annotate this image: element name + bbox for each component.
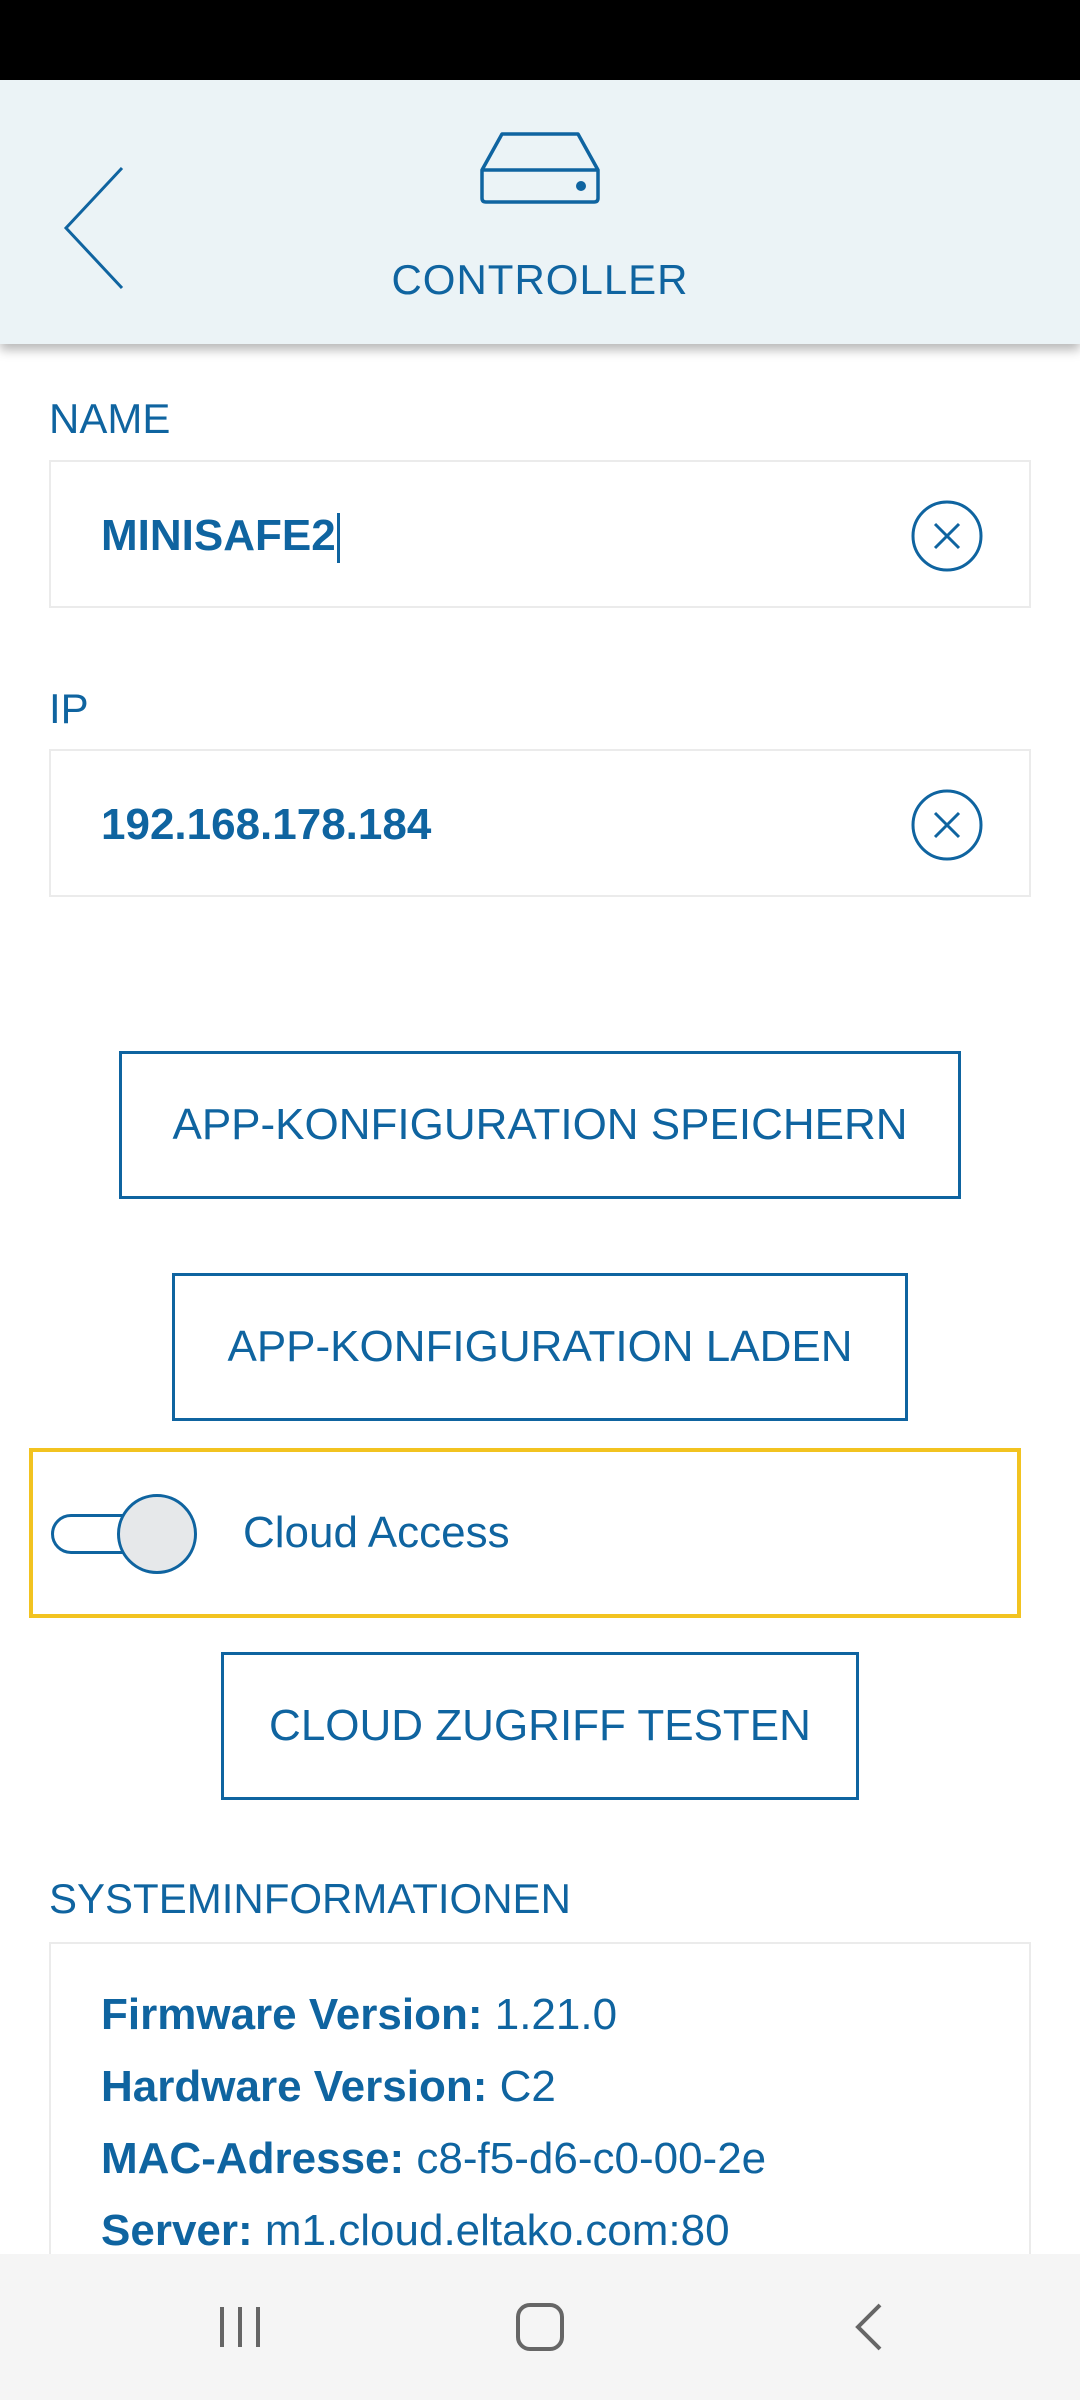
ip-field[interactable]: 192.168.178.184: [49, 749, 1031, 897]
name-label: NAME: [49, 395, 171, 442]
ip-label: IP: [49, 685, 89, 732]
text-caret: [336, 513, 340, 564]
system-nav-bar: [0, 2254, 1080, 2400]
cloud-access-label: Cloud Access: [243, 1508, 510, 1557]
system-info-panel: Firmware Version: 1.21.0 Hardware Versio…: [49, 1942, 1031, 2262]
load-config-button[interactable]: APP-KONFIGURATION LADEN: [172, 1273, 908, 1421]
app-header: CONTROLLER: [0, 80, 1080, 344]
controller-device-icon: [478, 130, 602, 206]
name-field[interactable]: MINISAFE2: [49, 460, 1031, 608]
server-row: Server: m1.cloud.eltako.com:80: [101, 2206, 730, 2255]
hardware-row: Hardware Version: C2: [101, 2062, 556, 2111]
name-value[interactable]: MINISAFE2: [101, 462, 340, 610]
recents-icon[interactable]: [170, 2254, 310, 2400]
back-icon[interactable]: [800, 2254, 940, 2400]
clear-circle-icon[interactable]: [911, 500, 983, 572]
status-bar: [0, 0, 1080, 80]
cloud-access-row: Cloud Access: [29, 1448, 1021, 1618]
cloud-access-toggle[interactable]: [51, 1494, 201, 1574]
ip-value[interactable]: 192.168.178.184: [101, 751, 431, 899]
test-cloud-button[interactable]: CLOUD ZUGRIFF TESTEN: [221, 1652, 859, 1800]
system-info-label: SYSTEMINFORMATIONEN: [49, 1875, 571, 1922]
save-config-button[interactable]: APP-KONFIGURATION SPEICHERN: [119, 1051, 961, 1199]
page-title: CONTROLLER: [391, 256, 689, 303]
mac-row: MAC-Adresse: c8-f5-d6-c0-00-2e: [101, 2134, 767, 2183]
clear-circle-icon[interactable]: [911, 789, 983, 861]
home-icon[interactable]: [470, 2254, 610, 2400]
firmware-row: Firmware Version: 1.21.0: [101, 1990, 618, 2039]
toggle-knob: [117, 1494, 197, 1574]
